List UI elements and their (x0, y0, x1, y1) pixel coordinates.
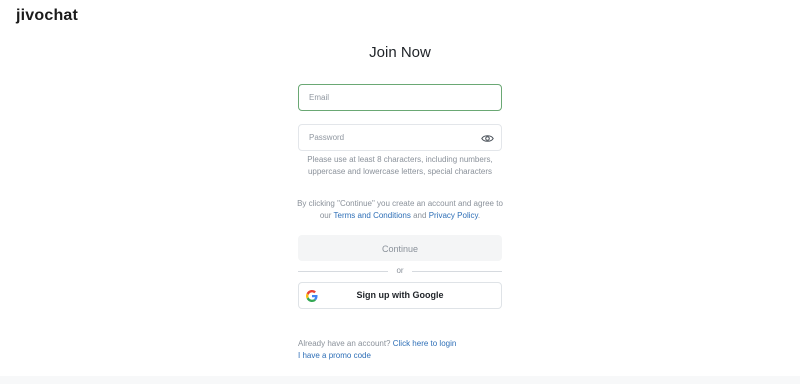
or-divider: or (298, 266, 502, 276)
jivochat-logo[interactable]: jivochat (16, 5, 78, 25)
email-input[interactable] (299, 85, 501, 110)
page-title: Join Now (369, 44, 431, 61)
footer-band (0, 376, 800, 384)
signup-page: jivochat Join Now Please use at least 8 … (0, 0, 800, 384)
login-link[interactable]: Click here to login (393, 339, 457, 348)
terms-and: and (413, 211, 427, 220)
password-field[interactable] (298, 124, 502, 151)
terms-notice: By clicking "Continue" you create an acc… (294, 198, 506, 222)
logo-text: jivochat (16, 7, 79, 24)
terms-link[interactable]: Terms and Conditions (334, 211, 411, 220)
google-signup-label: Sign up with Google (356, 290, 444, 300)
login-prompt-text: Already have an account? (298, 339, 391, 348)
continue-button[interactable]: Continue (298, 235, 502, 261)
password-input[interactable] (299, 125, 501, 150)
terms-suffix: . (477, 211, 481, 220)
promo-code-link[interactable]: I have a promo code (298, 350, 371, 361)
login-prompt: Already have an account? Click here to l… (298, 338, 518, 349)
email-field[interactable] (298, 84, 502, 111)
eye-icon[interactable] (481, 133, 494, 144)
google-signup-button[interactable]: Sign up with Google (298, 282, 502, 309)
privacy-link[interactable]: Privacy Policy (429, 211, 478, 220)
divider-line-right (412, 271, 502, 272)
password-hint: Please use at least 8 characters, includ… (307, 155, 493, 176)
